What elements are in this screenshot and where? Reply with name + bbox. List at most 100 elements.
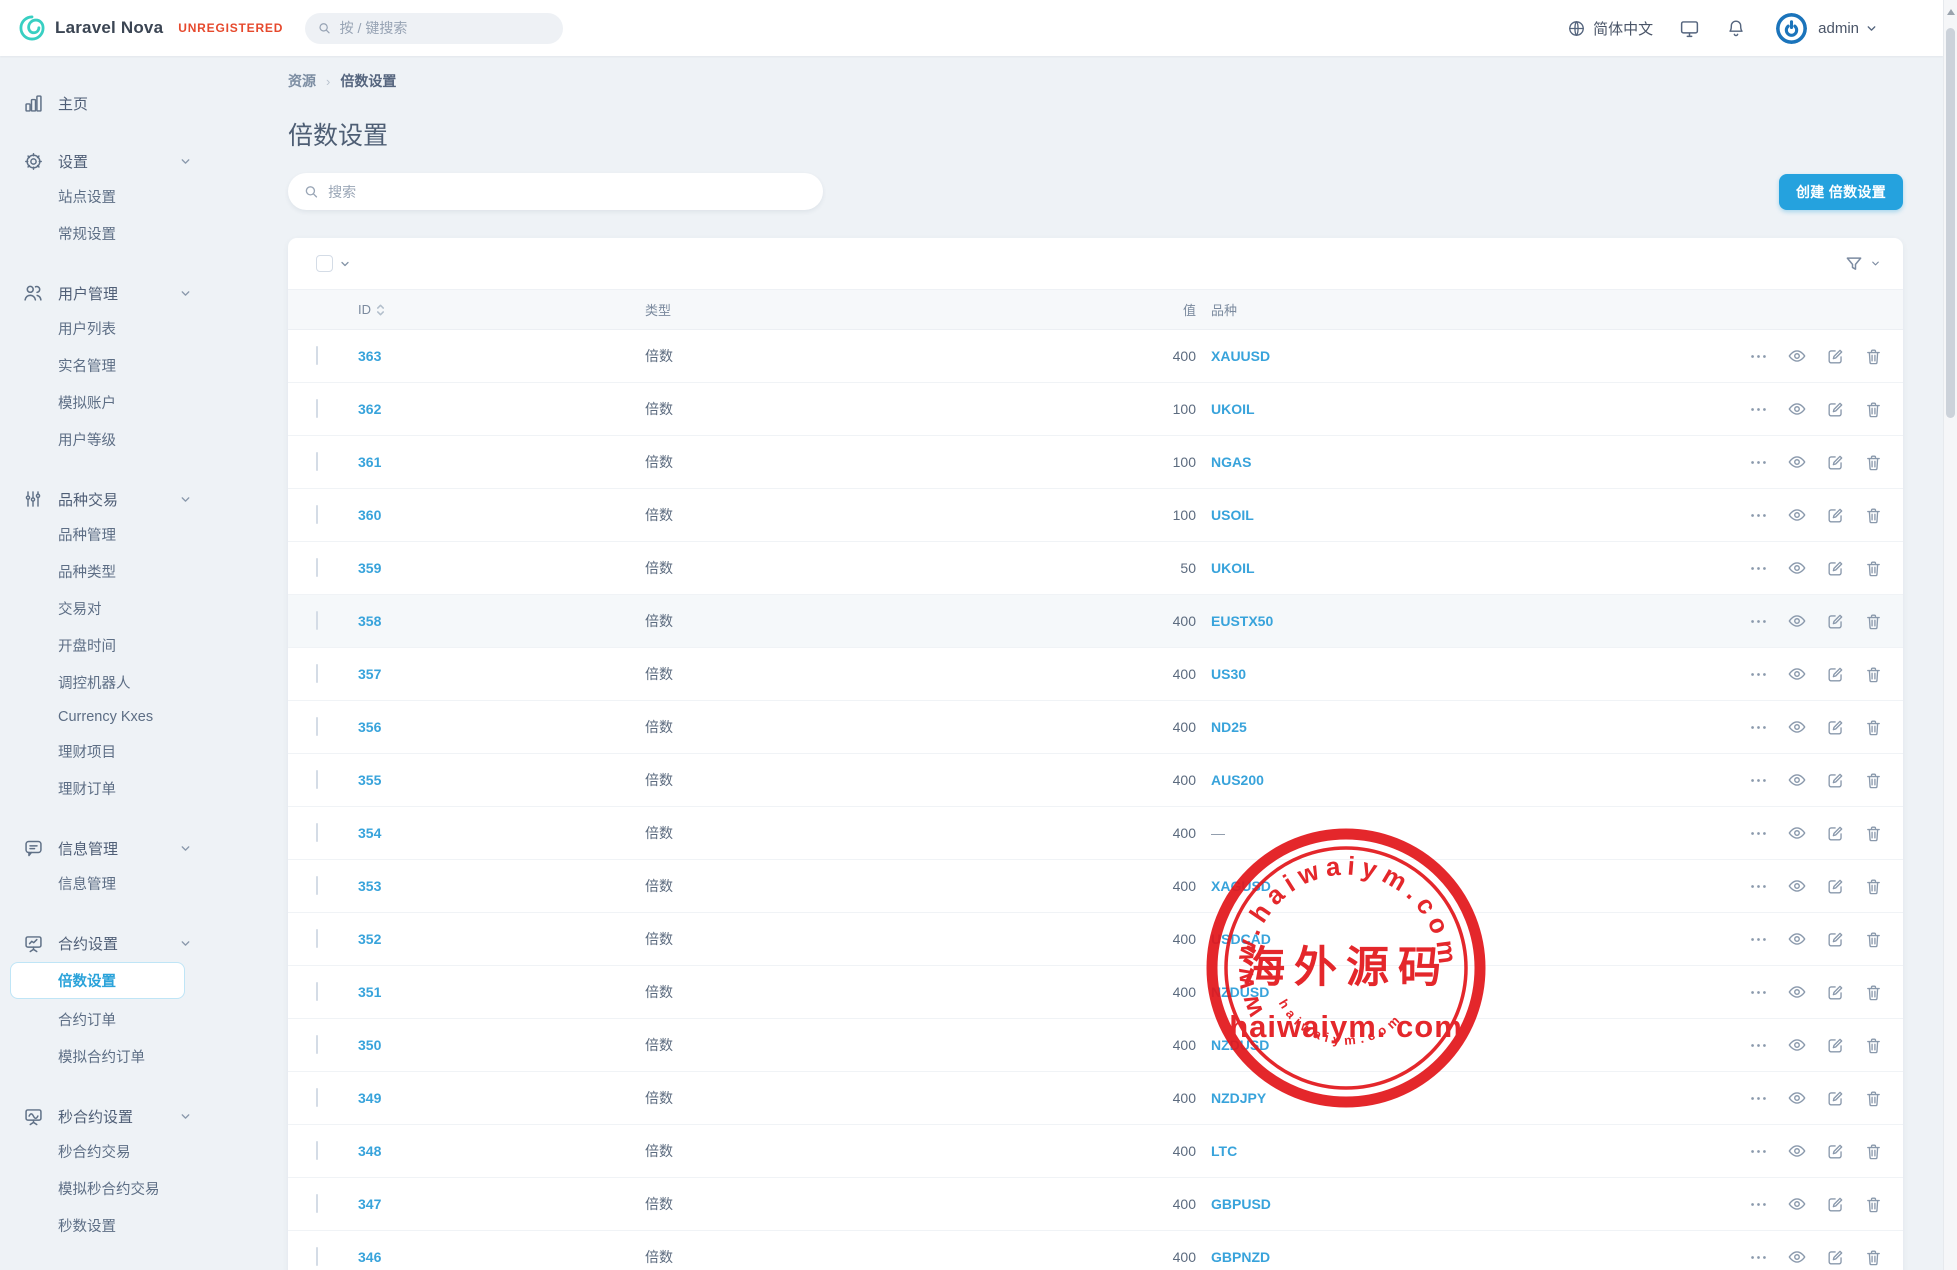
sidebar-item[interactable]: 交易对 — [22, 590, 230, 627]
sidebar-item[interactable]: 信息管理 — [22, 865, 230, 902]
edit-pencil-icon[interactable] — [1826, 1248, 1845, 1267]
more-actions-icon[interactable] — [1749, 1195, 1768, 1214]
edit-pencil-icon[interactable] — [1826, 930, 1845, 949]
table-row[interactable]: 348 倍数 400 LTC — [288, 1125, 1903, 1178]
sort-icon[interactable] — [376, 303, 385, 317]
delete-trash-icon[interactable] — [1864, 1142, 1883, 1161]
table-row[interactable]: 347 倍数 400 GBPUSD — [288, 1178, 1903, 1231]
edit-pencil-icon[interactable] — [1826, 347, 1845, 366]
row-id-link[interactable]: 363 — [358, 348, 645, 364]
row-checkbox[interactable] — [316, 611, 318, 630]
edit-pencil-icon[interactable] — [1826, 612, 1845, 631]
sidebar-item[interactable]: 调控机器人 — [22, 664, 230, 701]
language-switcher[interactable]: 简体中文 — [1567, 18, 1653, 39]
filter-control[interactable] — [1844, 254, 1881, 274]
sidebar-item[interactable]: Currency Kxes — [22, 701, 230, 733]
row-symbol-link[interactable]: UKOIL — [1196, 560, 1715, 576]
view-eye-icon[interactable] — [1787, 982, 1807, 1002]
delete-trash-icon[interactable] — [1864, 983, 1883, 1002]
sidebar-group-header[interactable]: 设置 — [22, 144, 230, 178]
delete-trash-icon[interactable] — [1864, 771, 1883, 790]
row-id-link[interactable]: 362 — [358, 401, 645, 417]
chevron-down-icon[interactable] — [179, 937, 192, 950]
table-row[interactable]: 350 倍数 400 NZDUSD — [288, 1019, 1903, 1072]
row-symbol-link[interactable]: XAUUSD — [1196, 348, 1715, 364]
view-eye-icon[interactable] — [1787, 1035, 1807, 1055]
delete-trash-icon[interactable] — [1864, 1036, 1883, 1055]
row-id-link[interactable]: 348 — [358, 1143, 645, 1159]
row-id-link[interactable]: 351 — [358, 984, 645, 1000]
sidebar-item[interactable]: 品种管理 — [22, 516, 230, 553]
delete-trash-icon[interactable] — [1864, 665, 1883, 684]
more-actions-icon[interactable] — [1749, 1248, 1768, 1267]
more-actions-icon[interactable] — [1749, 400, 1768, 419]
row-symbol-link[interactable]: AUS200 — [1196, 772, 1715, 788]
sidebar-item[interactable]: 常规设置 — [22, 215, 230, 252]
edit-pencil-icon[interactable] — [1826, 400, 1845, 419]
breadcrumb-resources-link[interactable]: 资源 — [288, 71, 316, 91]
row-id-link[interactable]: 354 — [358, 825, 645, 841]
delete-trash-icon[interactable] — [1864, 877, 1883, 896]
row-checkbox[interactable] — [316, 399, 318, 418]
more-actions-icon[interactable] — [1749, 930, 1768, 949]
column-header-id[interactable]: ID — [358, 302, 645, 317]
create-resource-button[interactable]: 创建 倍数设置 — [1779, 174, 1903, 210]
row-checkbox[interactable] — [316, 982, 318, 1001]
chevron-down-icon[interactable] — [179, 1110, 192, 1123]
row-id-link[interactable]: 356 — [358, 719, 645, 735]
more-actions-icon[interactable] — [1749, 983, 1768, 1002]
more-actions-icon[interactable] — [1749, 453, 1768, 472]
row-id-link[interactable]: 352 — [358, 931, 645, 947]
row-checkbox[interactable] — [316, 1141, 318, 1160]
row-checkbox[interactable] — [316, 452, 318, 471]
delete-trash-icon[interactable] — [1864, 506, 1883, 525]
sidebar-item[interactable]: 站点设置 — [22, 178, 230, 215]
sidebar-item[interactable]: 实名管理 — [22, 347, 230, 384]
row-symbol-link[interactable]: GBPNZD — [1196, 1249, 1715, 1265]
chevron-down-icon[interactable] — [1870, 258, 1881, 269]
table-row[interactable]: 349 倍数 400 NZDJPY — [288, 1072, 1903, 1125]
delete-trash-icon[interactable] — [1864, 559, 1883, 578]
row-symbol-link[interactable]: NZDUSD — [1196, 1037, 1715, 1053]
row-id-link[interactable]: 361 — [358, 454, 645, 470]
edit-pencil-icon[interactable] — [1826, 506, 1845, 525]
table-row[interactable]: 361 倍数 100 NGAS — [288, 436, 1903, 489]
table-row[interactable]: 360 倍数 100 USOIL — [288, 489, 1903, 542]
brand[interactable]: Laravel Nova — [18, 14, 163, 42]
view-eye-icon[interactable] — [1787, 929, 1807, 949]
row-checkbox[interactable] — [316, 505, 318, 524]
sidebar-item[interactable]: 理财项目 — [22, 733, 230, 770]
row-checkbox[interactable] — [316, 558, 318, 577]
row-checkbox[interactable] — [316, 1247, 318, 1266]
row-symbol-link[interactable]: NZDUSD — [1196, 984, 1715, 1000]
sidebar-item[interactable]: 开盘时间 — [22, 627, 230, 664]
chevron-down-icon[interactable] — [339, 258, 351, 270]
more-actions-icon[interactable] — [1749, 559, 1768, 578]
sidebar-item[interactable]: 用户列表 — [22, 310, 230, 347]
row-id-link[interactable]: 353 — [358, 878, 645, 894]
more-actions-icon[interactable] — [1749, 718, 1768, 737]
more-actions-icon[interactable] — [1749, 506, 1768, 525]
filter-funnel-icon[interactable] — [1844, 254, 1864, 274]
delete-trash-icon[interactable] — [1864, 612, 1883, 631]
view-eye-icon[interactable] — [1787, 1247, 1807, 1267]
row-id-link[interactable]: 350 — [358, 1037, 645, 1053]
edit-pencil-icon[interactable] — [1826, 1089, 1845, 1108]
view-eye-icon[interactable] — [1787, 876, 1807, 896]
table-row[interactable]: 351 倍数 400 NZDUSD — [288, 966, 1903, 1019]
edit-pencil-icon[interactable] — [1826, 718, 1845, 737]
row-id-link[interactable]: 357 — [358, 666, 645, 682]
row-id-link[interactable]: 349 — [358, 1090, 645, 1106]
more-actions-icon[interactable] — [1749, 1142, 1768, 1161]
more-actions-icon[interactable] — [1749, 877, 1768, 896]
sidebar-group-header[interactable]: 合约设置 — [22, 926, 230, 960]
sidebar-item[interactable]: 倍数设置 — [10, 962, 185, 999]
chevron-down-icon[interactable] — [1865, 22, 1878, 35]
row-symbol-link[interactable]: US30 — [1196, 666, 1715, 682]
row-symbol-link[interactable]: LTC — [1196, 1143, 1715, 1159]
more-actions-icon[interactable] — [1749, 1089, 1768, 1108]
view-eye-icon[interactable] — [1787, 452, 1807, 472]
global-search[interactable] — [305, 13, 563, 44]
edit-pencil-icon[interactable] — [1826, 877, 1845, 896]
sidebar-item[interactable]: 理财订单 — [22, 770, 230, 807]
